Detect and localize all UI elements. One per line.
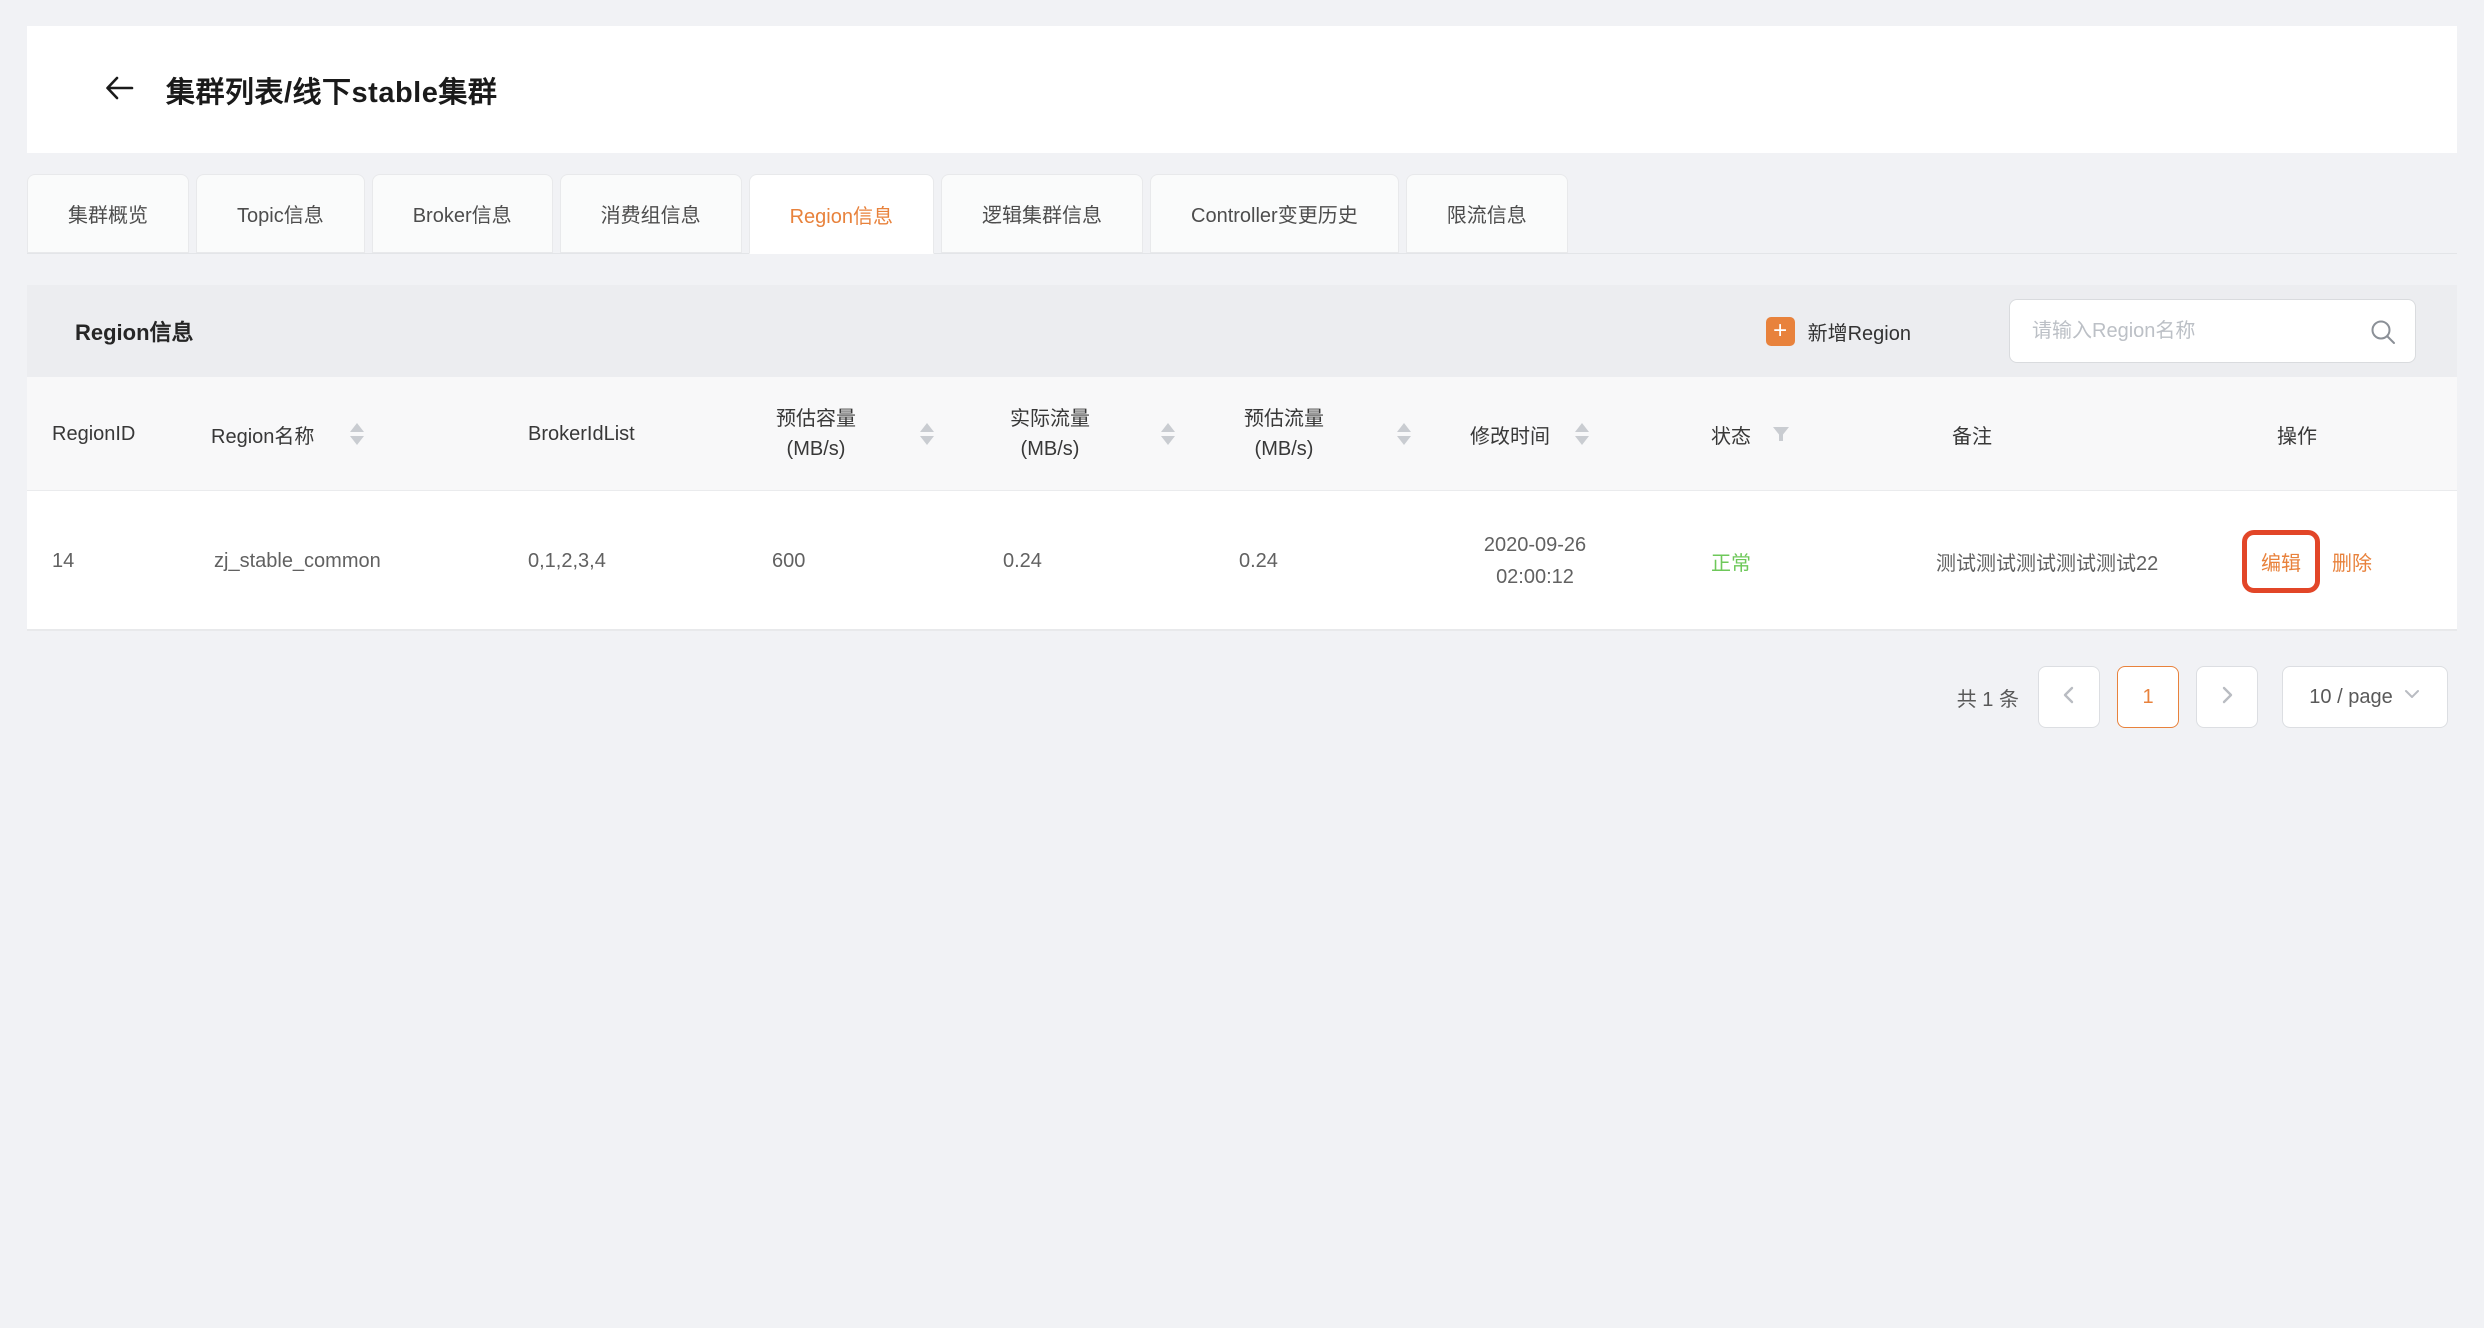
cell-actions-delete: 删除 <box>2332 491 2372 631</box>
table-row: 14 zj_stable_common 0,1,2,3,4 600 0.24 0… <box>27 491 2457 631</box>
edit-highlight-box: 编辑 <box>2242 530 2320 593</box>
chevron-left-icon <box>2059 685 2079 710</box>
filter-icon-status[interactable] <box>1771 377 1791 491</box>
col-header-region-name: Region名称 <box>211 377 314 491</box>
chevron-down-icon <box>2403 685 2421 709</box>
tab-logical-cluster-info[interactable]: 逻辑集群信息 <box>941 174 1143 253</box>
tab-topic-info[interactable]: Topic信息 <box>196 174 365 253</box>
col-header-actions: 操作 <box>2277 377 2317 491</box>
delete-button[interactable]: 删除 <box>2332 547 2372 576</box>
col-header-status: 状态 <box>1711 377 1751 491</box>
plus-icon: + <box>1766 317 1795 346</box>
status-badge: 正常 <box>1711 491 1751 631</box>
pagination-total: 共 1 条 <box>1957 683 2019 712</box>
region-table-header: RegionID Region名称 BrokerIdList 预估容量(MB/s… <box>27 377 2457 491</box>
cell-actual-traffic: 0.24 <box>1003 491 1042 631</box>
sort-icon-estimated-capacity[interactable] <box>920 377 934 491</box>
tab-controller-history[interactable]: Controller变更历史 <box>1150 174 1399 253</box>
back-button[interactable] <box>99 70 139 110</box>
page-size-select[interactable]: 10 / page <box>2282 666 2448 728</box>
col-header-estimated-capacity: 预估容量(MB/s) <box>776 377 856 491</box>
modify-date: 2020-09-26 <box>1484 529 1586 561</box>
sort-icon-region-name[interactable] <box>350 377 364 491</box>
pagination: 共 1 条 1 10 / page <box>1957 666 2448 728</box>
arrow-left-icon <box>101 70 137 111</box>
cluster-detail-page: 集群列表/线下stable集群 集群概览 Topic信息 Broker信息 消费… <box>0 0 2484 1328</box>
page-size-value: 10 / page <box>2309 686 2392 709</box>
col-header-remark: 备注 <box>1952 377 1992 491</box>
pagination-page-1[interactable]: 1 <box>2117 666 2179 728</box>
cell-estimated-traffic: 0.24 <box>1239 491 1278 631</box>
region-search <box>2009 299 2416 363</box>
cell-broker-id-list: 0,1,2,3,4 <box>528 491 606 631</box>
pagination-next-button[interactable] <box>2196 666 2258 728</box>
chevron-right-icon <box>2217 685 2237 710</box>
col-header-brokeridlist: BrokerIdList <box>528 377 635 491</box>
tab-consumer-group-info[interactable]: 消费组信息 <box>560 174 742 253</box>
cell-remark: 测试测试测试测试测试22 <box>1936 491 2158 631</box>
col-header-modify-time: 修改时间 <box>1470 377 1550 491</box>
edit-button[interactable]: 编辑 <box>2261 553 2301 575</box>
tab-region-info[interactable]: Region信息 <box>749 174 934 254</box>
sort-icon-modify-time[interactable] <box>1575 377 1589 491</box>
cell-region-id: 14 <box>52 491 74 631</box>
page-header: 集群列表/线下stable集群 <box>27 26 2457 153</box>
region-panel-header: Region信息 + 新增Region <box>27 285 2457 377</box>
tab-throttle-info[interactable]: 限流信息 <box>1406 174 1568 253</box>
sort-icon-actual-traffic[interactable] <box>1161 377 1175 491</box>
tab-cluster-overview[interactable]: 集群概览 <box>27 174 189 253</box>
cell-region-name: zj_stable_common <box>214 491 381 631</box>
cell-estimated-capacity: 600 <box>772 491 805 631</box>
search-icon[interactable] <box>2369 318 2397 346</box>
page-title: 集群列表/线下stable集群 <box>166 26 497 153</box>
pagination-prev-button[interactable] <box>2038 666 2100 728</box>
sort-icon-estimated-traffic[interactable] <box>1397 377 1411 491</box>
region-search-input[interactable] <box>2010 300 2415 362</box>
cluster-tabs: 集群概览 Topic信息 Broker信息 消费组信息 Region信息 逻辑集… <box>27 174 2457 254</box>
tab-broker-info[interactable]: Broker信息 <box>372 174 553 253</box>
add-region-label: 新增Region <box>1808 317 1911 346</box>
cell-actions: 编辑 <box>2242 491 2320 631</box>
modify-clock: 02:00:12 <box>1496 561 1574 593</box>
col-header-actual-traffic: 实际流量(MB/s) <box>1010 377 1090 491</box>
cell-modify-time: 2020-09-26 02:00:12 <box>1425 491 1645 631</box>
add-region-button[interactable]: + 新增Region <box>1766 285 1911 377</box>
panel-title: Region信息 <box>75 285 194 377</box>
col-header-estimated-traffic: 预估流量(MB/s) <box>1244 377 1324 491</box>
col-header-regionid: RegionID <box>52 377 135 491</box>
